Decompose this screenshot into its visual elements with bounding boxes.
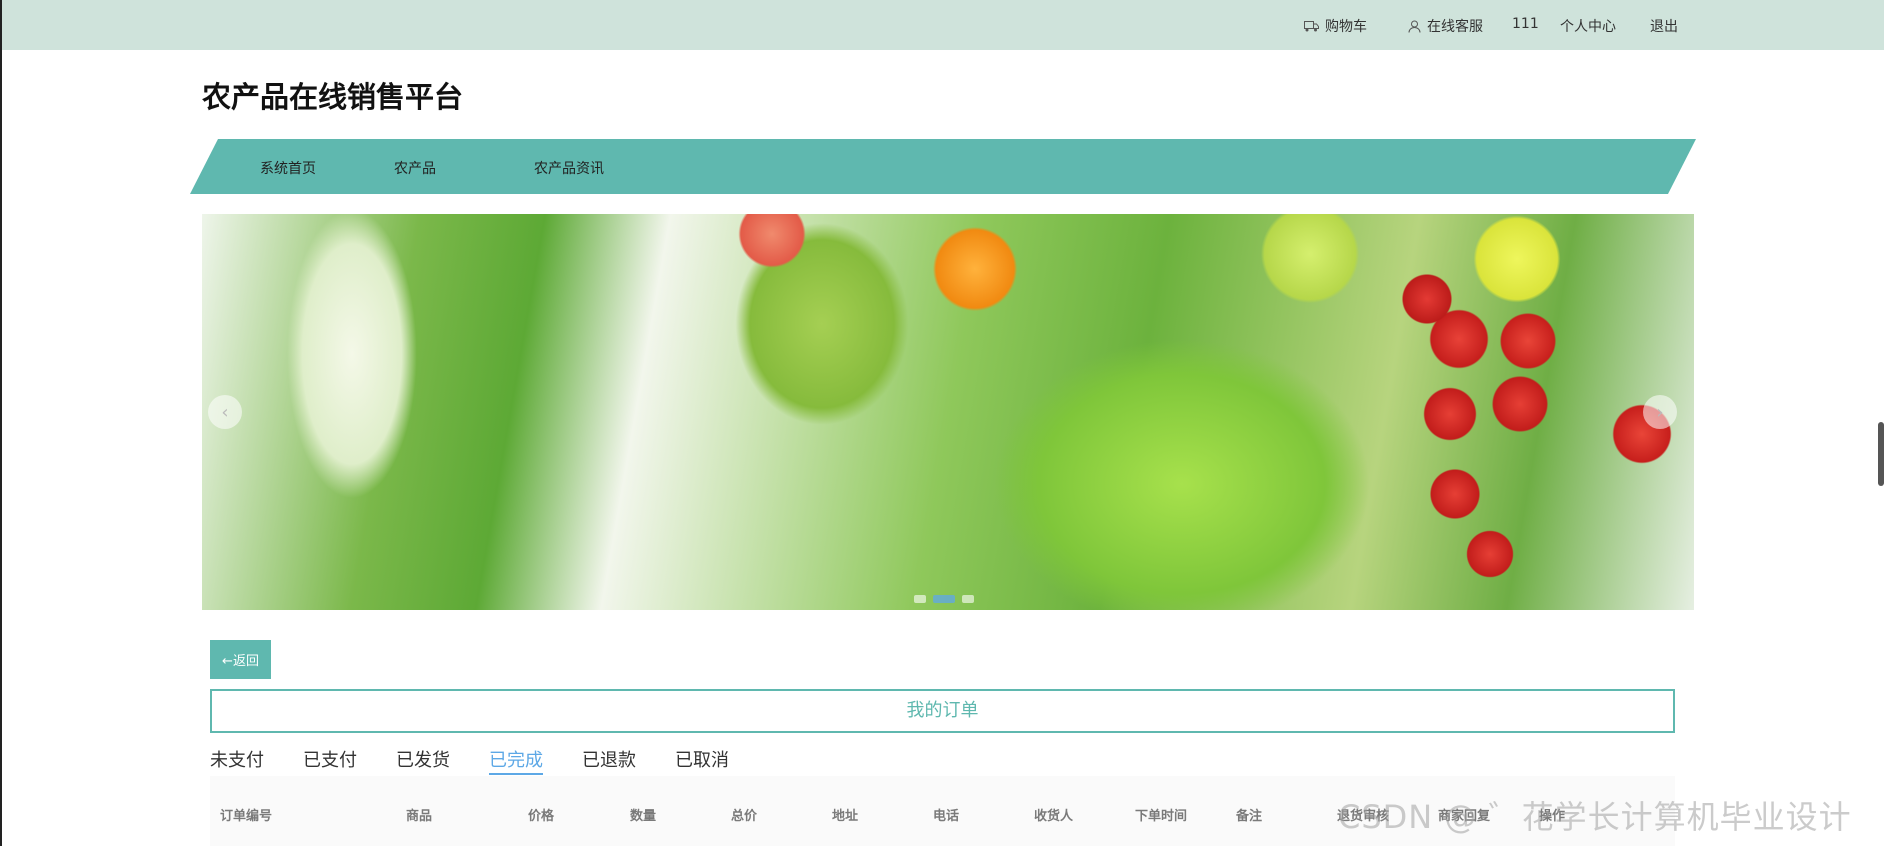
carousel-dot-2-active[interactable] bbox=[933, 595, 955, 603]
tab-shipped[interactable]: 已发货 bbox=[396, 746, 450, 772]
scrollbar-thumb[interactable] bbox=[1878, 422, 1884, 486]
column-header: 价格 bbox=[528, 809, 555, 824]
active-tab-indicator bbox=[489, 773, 543, 775]
banner-carousel: ‹ › bbox=[202, 214, 1694, 610]
nav-item-products[interactable]: 农产品 bbox=[394, 158, 436, 178]
tab-completed[interactable]: 已完成 bbox=[489, 746, 543, 772]
nav-item-home[interactable]: 系统首页 bbox=[260, 158, 316, 178]
tab-paid[interactable]: 已支付 bbox=[303, 746, 357, 772]
carousel-prev-button[interactable]: ‹ bbox=[208, 395, 242, 429]
carousel-dot-3[interactable] bbox=[962, 595, 974, 603]
carousel-dot-1[interactable] bbox=[914, 595, 926, 603]
column-header: 数量 bbox=[630, 809, 657, 824]
cart-link[interactable]: 购物车 bbox=[1304, 16, 1367, 36]
back-button[interactable]: ←返回 bbox=[210, 640, 271, 679]
watermark: CSDN @ ゛花学长计算机毕业设计 bbox=[1338, 798, 1852, 836]
column-header: 收货人 bbox=[1034, 809, 1074, 824]
service-link[interactable]: 在线客服 bbox=[1408, 16, 1483, 36]
column-header: 总价 bbox=[731, 809, 758, 824]
main-nav: 系统首页 农产品 农产品资讯 bbox=[190, 139, 1696, 194]
column-header: 电话 bbox=[933, 809, 960, 824]
cart-label: 购物车 bbox=[1325, 19, 1367, 35]
column-header: 下单时间 bbox=[1135, 809, 1188, 824]
personal-center-link[interactable]: 个人中心 bbox=[1560, 16, 1616, 36]
top-bar: 购物车 在线客服 111 个人中心 退出 bbox=[2, 0, 1884, 50]
logout-link[interactable]: 退出 bbox=[1650, 16, 1678, 36]
column-header: 备注 bbox=[1236, 809, 1263, 824]
window-edge bbox=[0, 0, 2, 846]
column-header: 订单编号 bbox=[220, 809, 273, 824]
user-support-icon bbox=[1408, 20, 1421, 33]
carousel-next-button[interactable]: › bbox=[1643, 395, 1677, 429]
tab-cancelled[interactable]: 已取消 bbox=[675, 746, 729, 772]
truck-icon bbox=[1304, 20, 1319, 32]
tab-refunded[interactable]: 已退款 bbox=[582, 746, 636, 772]
nav-item-news[interactable]: 农产品资讯 bbox=[534, 158, 604, 178]
tab-unpaid[interactable]: 未支付 bbox=[210, 746, 264, 772]
column-header: 地址 bbox=[832, 809, 859, 824]
service-label: 在线客服 bbox=[1427, 19, 1483, 35]
username: 111 bbox=[1512, 16, 1539, 32]
orders-title: 我的订单 bbox=[210, 689, 1675, 733]
site-title: 农产品在线销售平台 bbox=[202, 80, 464, 114]
column-header: 商品 bbox=[406, 809, 433, 824]
